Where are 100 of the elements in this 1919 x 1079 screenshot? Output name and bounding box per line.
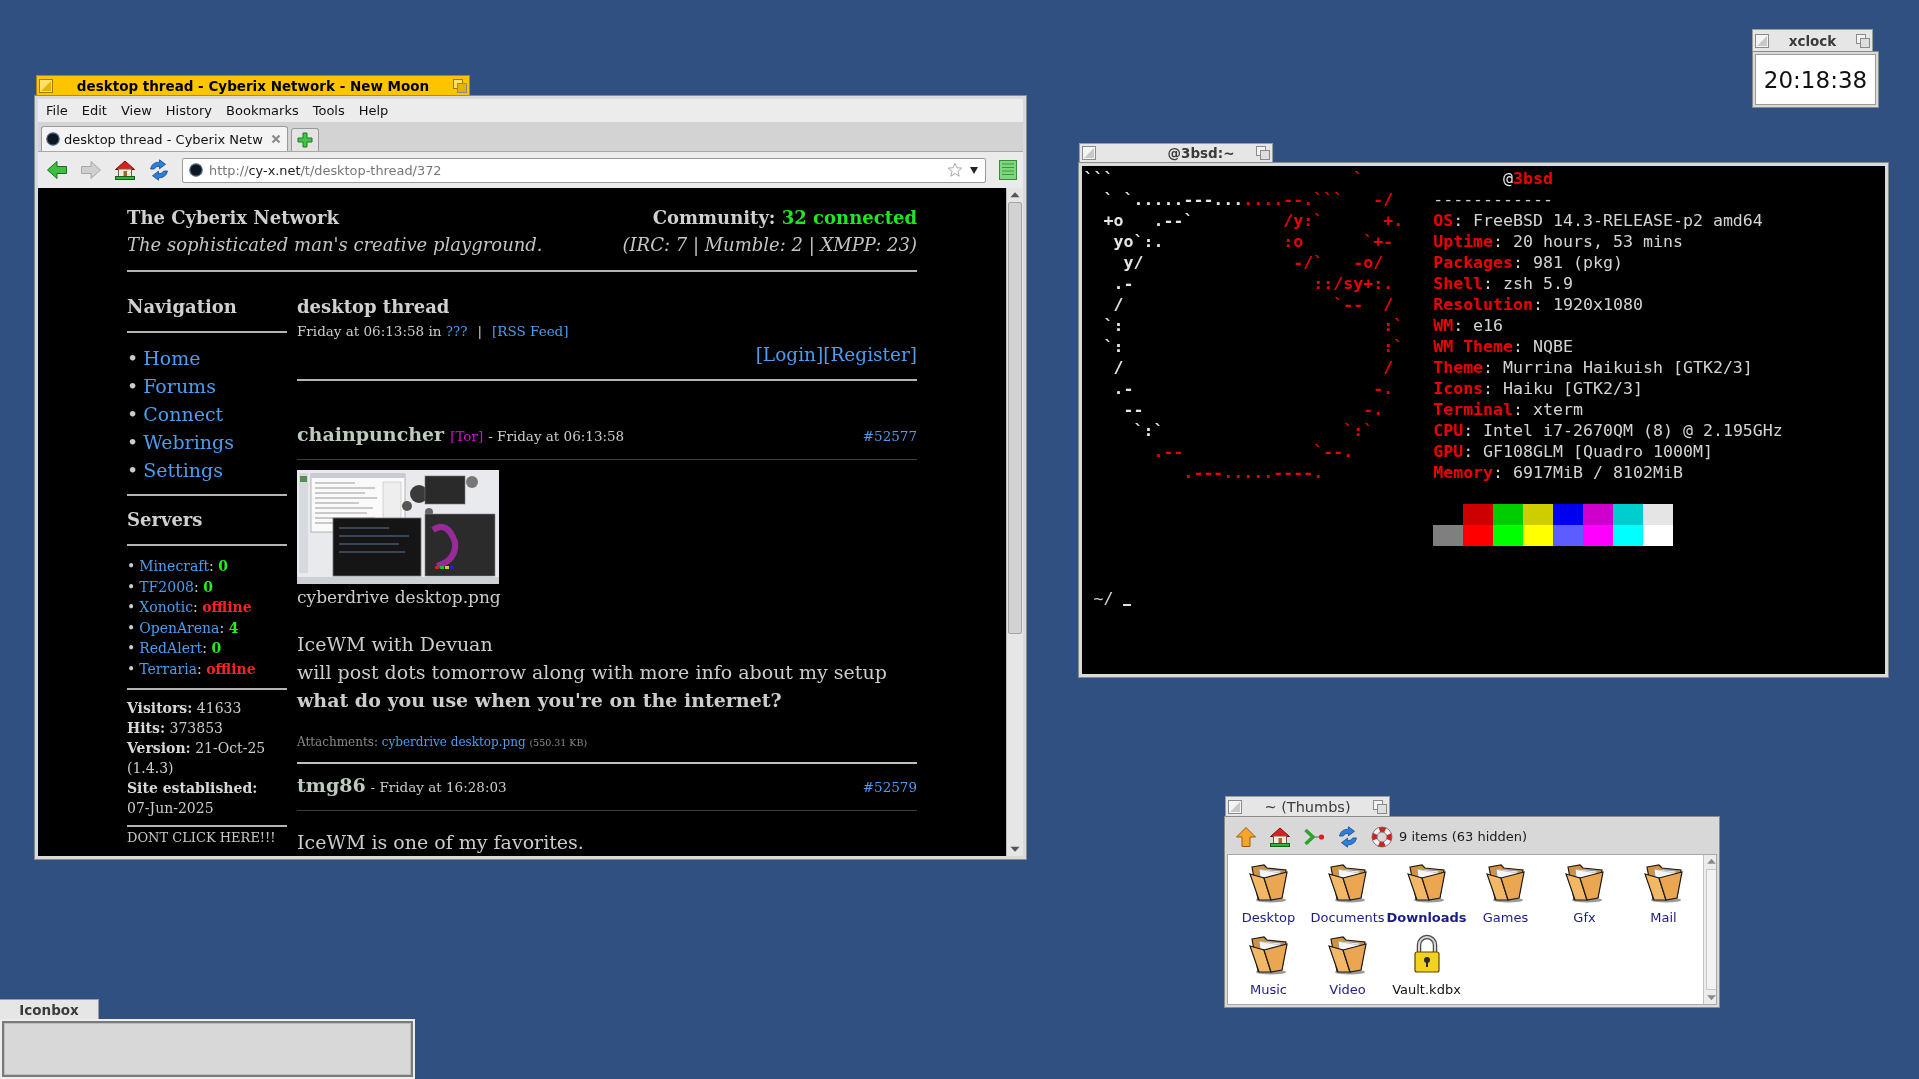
maximize-icon[interactable] (1256, 146, 1270, 160)
maximize-icon[interactable] (453, 78, 467, 93)
window-title: ~ (Thumbs) (1263, 797, 1352, 816)
window-title-tab[interactable]: desktop thread - Cyberix Network - New Moon (36, 75, 470, 95)
menu-item[interactable]: History (158, 103, 220, 118)
post-text: IceWM is one of my favorites. (297, 830, 585, 855)
notepad-icon[interactable] (998, 159, 1018, 181)
list-bullet: • (127, 599, 136, 615)
section-heading: Servers (127, 508, 204, 532)
info-line: GPU: GF108GLM [Quadro 1000M] (1433, 441, 1714, 462)
post-text: IceWM with Devuan (297, 632, 494, 657)
square-icon[interactable] (1228, 799, 1242, 814)
site-stat: Site established: 07-Jun-2025 (127, 779, 259, 818)
shell-prompt: ~/ (1093, 588, 1114, 609)
menu-item[interactable]: File (39, 103, 75, 118)
server-status: : offline (197, 660, 256, 677)
list-bullet: • (127, 640, 136, 656)
rss-feed-link[interactable]: [RSS Feed] (492, 323, 569, 339)
window-title-tab[interactable]: Iconbox (0, 999, 99, 1019)
menu-item[interactable]: Edit (74, 103, 114, 118)
info-line: CPU: Intel i7-2670QM (8) @ 2.195GHz (1433, 420, 1783, 441)
post-number-link[interactable]: #52577 (862, 423, 917, 449)
address-field[interactable]: http://cy-x.net/t/desktop-thread/372 (182, 157, 986, 183)
menu-item[interactable]: Tools (305, 103, 352, 118)
reload-icon[interactable] (148, 159, 170, 181)
clock-time: 20:18:38 (1755, 54, 1876, 105)
new-tab-button[interactable] (291, 128, 319, 151)
lifebuoy-icon[interactable] (1371, 825, 1393, 848)
post-author[interactable]: chainpuncher (297, 421, 445, 447)
maximize-icon[interactable] (1373, 799, 1387, 814)
screenshot-thumbnail-drawing[interactable] (297, 470, 499, 584)
nav-link[interactable]: Webrings (143, 431, 234, 453)
browser-tab[interactable]: desktop thread - Cyberix Netw (41, 126, 288, 151)
home-icon[interactable] (1269, 825, 1291, 848)
server-status: : 0 (209, 558, 228, 574)
file-name[interactable]: Downloads (1386, 910, 1467, 926)
window-title-tab[interactable]: xclock (1752, 29, 1873, 51)
close-icon[interactable] (271, 134, 281, 144)
nav-link[interactable]: Connect (143, 403, 224, 425)
warning-link[interactable]: DONT CLICK HERE!!! (127, 830, 287, 845)
community-detail: (IRC: 7 | Mumble: 2 | XMPP: 23) (622, 233, 917, 258)
scrollbar[interactable] (1703, 855, 1716, 1004)
scrollbar-thumb[interactable] (1008, 202, 1022, 634)
scrollbar-thumb[interactable] (1706, 869, 1716, 990)
list-bullet: • (127, 403, 139, 425)
list-bullet: • (127, 660, 136, 677)
file-name[interactable]: Gfx (1573, 910, 1596, 926)
square-icon[interactable] (1755, 33, 1769, 48)
register-link[interactable]: [Register] (823, 344, 917, 365)
post-number-link[interactable]: #52579 (862, 774, 917, 800)
file-name[interactable]: Video (1329, 982, 1366, 998)
file-name[interactable]: Mail (1650, 910, 1677, 926)
list-bullet: • (127, 558, 136, 574)
attachment-link[interactable]: cyberdrive desktop.png (381, 735, 526, 749)
post-text: what do you use when you're on the internet? (297, 688, 783, 713)
refresh-icon[interactable] (1337, 825, 1359, 848)
host-title: @3bsd (1502, 168, 1555, 189)
square-icon[interactable] (1082, 146, 1096, 160)
menu-item[interactable]: View (113, 103, 159, 118)
login-link[interactable]: [Login] (755, 344, 824, 365)
window-title: @3bsd:~ (1166, 144, 1236, 162)
nav-link[interactable]: Settings (143, 459, 223, 481)
info-line: Memory: 6917MiB / 8102MiB (1433, 462, 1684, 483)
scrollbar[interactable] (1006, 188, 1023, 856)
info-line: Icons: Haiku [GTK2/3] (1433, 378, 1644, 399)
site-icon (46, 132, 60, 146)
info-line: Terminal: xterm (1433, 399, 1585, 420)
caret-icon[interactable] (969, 165, 979, 175)
window-title-tab[interactable]: ~ (Thumbs) (1225, 796, 1390, 816)
file-name[interactable]: Music (1250, 982, 1287, 998)
back-arrow-icon[interactable] (46, 159, 68, 181)
square-icon[interactable] (39, 78, 53, 93)
server-link[interactable]: TF2008 (139, 578, 194, 595)
menu-item[interactable]: Bookmarks (219, 103, 306, 118)
file-name[interactable]: Documents (1310, 910, 1385, 926)
item-count: 9 items (63 hidden) (1399, 829, 1528, 844)
file-name[interactable]: Games (1482, 910, 1529, 926)
maximize-icon[interactable] (1856, 33, 1870, 48)
info-line: Uptime: 20 hours, 53 mins (1433, 231, 1684, 252)
attachments-line: Attachments: cyberdrive desktop.png (550.31 KB) (297, 734, 589, 751)
address-text[interactable]: http://cy-x.net/t/desktop-thread/372 (209, 162, 941, 178)
server-status: : offline (193, 599, 252, 615)
site-title: The Cyberix Network (127, 206, 341, 230)
nav-link[interactable]: Forums (143, 375, 216, 397)
window-title-tab[interactable]: @3bsd:~ (1079, 143, 1273, 162)
menu-item[interactable]: Help (351, 103, 396, 118)
post-author[interactable]: tmg86 (297, 772, 366, 798)
file-name[interactable]: Vault.kdbx (1392, 982, 1461, 998)
server-status: : 0 (202, 640, 222, 656)
ascii-art-logo: ``` ` ` `.....---.......--.``` -/ +o .--` /y:` +. yo`:. :o `+- y/ -/` -o/ .- ::/sy+:. / `-- / `: :` `: :` / / .- -. -- -. `:` `:` .-- `--. .---.....----. (1083, 168, 1405, 484)
star-icon[interactable] (947, 162, 963, 178)
server-link[interactable]: RedAlert (139, 640, 203, 656)
info-line: WM Theme: NQBE (1433, 336, 1575, 357)
home-icon[interactable] (114, 159, 136, 181)
file-name[interactable]: Desktop (1241, 910, 1296, 926)
nav-link[interactable]: Home (143, 347, 201, 369)
server-link[interactable]: OpenArena (139, 619, 220, 636)
up-arrow-icon[interactable] (1235, 825, 1257, 848)
category-link[interactable]: ??? (445, 323, 468, 339)
info-line: WM: e16 (1433, 315, 1505, 336)
